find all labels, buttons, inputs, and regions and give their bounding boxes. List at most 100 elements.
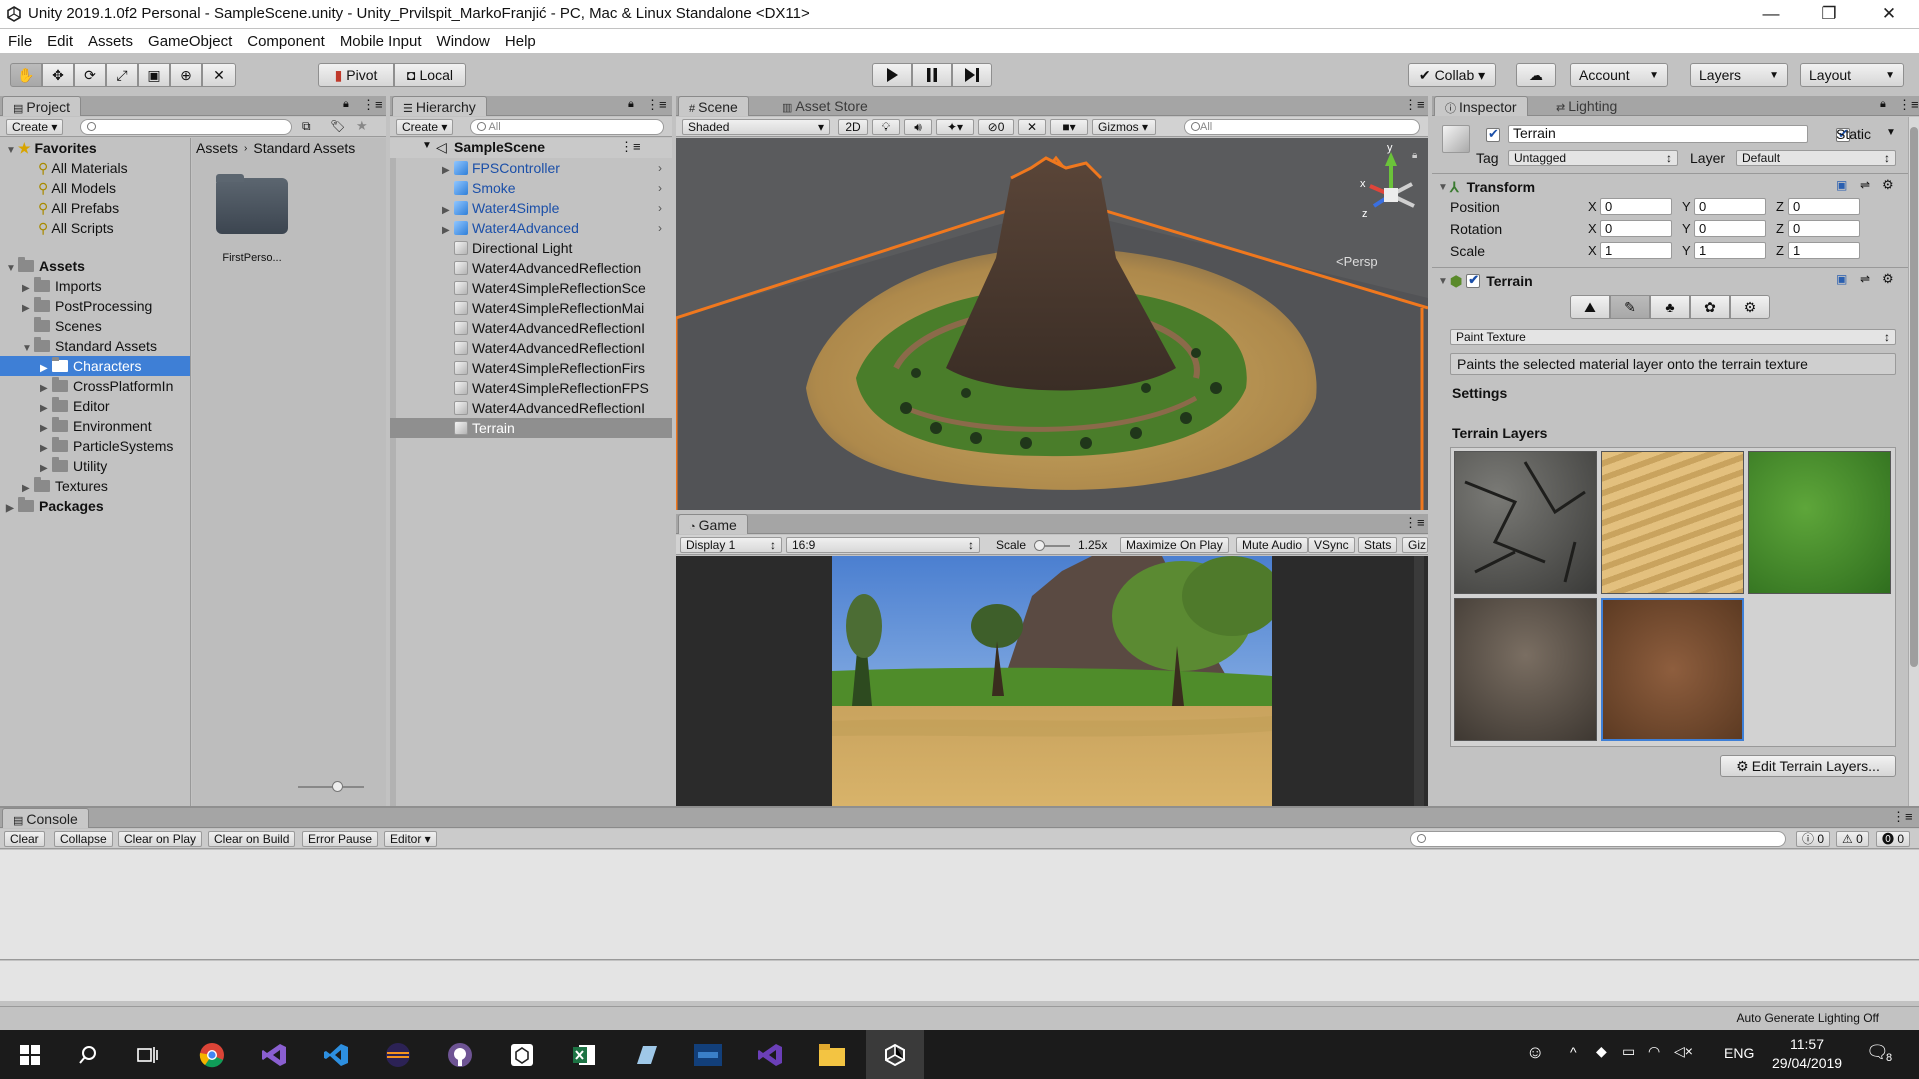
terrain-enabled-checkbox[interactable] bbox=[1466, 272, 1481, 288]
wifi-icon[interactable]: ◠ bbox=[1648, 1043, 1660, 1060]
mute-audio-toggle[interactable]: Mute Audio bbox=[1236, 537, 1309, 553]
hand-tool-button[interactable]: ✋ bbox=[10, 63, 42, 87]
minimize-button[interactable]: — bbox=[1742, 0, 1800, 28]
2d-toggle[interactable]: 2D bbox=[838, 119, 868, 135]
clock[interactable]: 11:57 29/04/2019 bbox=[1772, 1035, 1842, 1073]
game-gizmos-toggle[interactable]: Giz bbox=[1402, 537, 1428, 553]
rect-tool-button[interactable]: ▣ bbox=[138, 63, 170, 87]
object-name-field[interactable]: Terrain bbox=[1508, 125, 1808, 143]
scrollbar-thumb[interactable] bbox=[1910, 127, 1918, 667]
folder-item[interactable]: ▶ Environment bbox=[40, 416, 152, 436]
hierarchy-item[interactable]: Water4SimpleReflectionSce bbox=[454, 278, 646, 298]
local-toggle[interactable]: ◘ Local bbox=[394, 63, 466, 87]
hierarchy-item[interactable]: Directional Light bbox=[454, 238, 572, 258]
tab-console[interactable]: ▤ Console bbox=[2, 808, 89, 828]
step-button[interactable] bbox=[952, 63, 992, 87]
panel-menu-icon[interactable]: ⋮≡ bbox=[362, 97, 383, 113]
hierarchy-item[interactable]: ▶ Water4Simple bbox=[442, 198, 559, 218]
terrain-mode-dropdown[interactable]: Paint Texture ↕ bbox=[1450, 329, 1896, 345]
filter-type-icon[interactable]: ⧉ bbox=[302, 119, 311, 134]
favorite-star-icon[interactable]: ★ bbox=[356, 118, 368, 134]
chevron-right-icon[interactable]: › bbox=[658, 218, 662, 238]
console-detail-area[interactable] bbox=[0, 961, 1919, 1001]
terrain-layer-dirt[interactable] bbox=[1454, 598, 1597, 741]
lock-icon[interactable]: 🔒︎ bbox=[1880, 98, 1886, 111]
shading-mode-dropdown[interactable]: Shaded ▾ bbox=[682, 119, 830, 135]
clear-on-play-toggle[interactable]: Clear on Play bbox=[118, 831, 203, 847]
start-button[interactable] bbox=[4, 1030, 56, 1079]
game-viewport[interactable] bbox=[676, 556, 1428, 806]
folder-item[interactable]: Scenes bbox=[34, 316, 102, 336]
terrain-layer-grass[interactable] bbox=[1748, 451, 1891, 594]
layout-dropdown[interactable]: Layout ▼ bbox=[1800, 63, 1904, 87]
scale-y-field[interactable]: 1 bbox=[1694, 242, 1766, 259]
raise-terrain-tool[interactable]: ⛰︎ bbox=[1570, 295, 1610, 319]
pivot-toggle[interactable]: ▮ Pivot bbox=[318, 63, 394, 87]
folder-item-selected[interactable]: ▶ Characters bbox=[0, 356, 190, 376]
terrain-layer-sand[interactable] bbox=[1601, 451, 1744, 594]
vscode-taskbar-icon[interactable] bbox=[310, 1030, 362, 1079]
hierarchy-create-button[interactable]: Create ▾ bbox=[396, 119, 454, 135]
cloud-button[interactable]: ☁ bbox=[1516, 63, 1556, 87]
unity-editor-taskbar-icon[interactable] bbox=[866, 1030, 924, 1079]
panel-menu-icon[interactable]: ⋮≡ bbox=[1892, 809, 1913, 825]
panel-menu-icon[interactable]: ⋮≡ bbox=[1404, 97, 1425, 113]
transform-header[interactable]: ▼ ⅄ Transform bbox=[1438, 177, 1535, 197]
display-dropdown[interactable]: Display 1 ↕ bbox=[680, 537, 782, 553]
tools-toggle[interactable]: ✕ bbox=[1018, 119, 1046, 135]
app-taskbar-icon[interactable] bbox=[682, 1030, 734, 1079]
folder-item[interactable]: ▼ Standard Assets bbox=[22, 336, 157, 356]
panel-menu-icon[interactable]: ⋮≡ bbox=[1404, 515, 1425, 531]
favorites-header[interactable]: ▼ ★ Favorites bbox=[6, 138, 97, 158]
clear-on-build-toggle[interactable]: Clear on Build bbox=[208, 831, 296, 847]
move-tool-button[interactable]: ✥ bbox=[42, 63, 74, 87]
hierarchy-item[interactable]: Water4SimpleReflectionMai bbox=[454, 298, 644, 318]
vsync-toggle[interactable]: VSync bbox=[1308, 537, 1355, 553]
people-icon[interactable]: ☺︎ bbox=[1526, 1042, 1544, 1063]
terrain-settings-tool[interactable]: ⚙ bbox=[1730, 295, 1770, 319]
project-create-button[interactable]: Create ▾ bbox=[6, 119, 64, 135]
hierarchy-item[interactable]: ▶ FPSController bbox=[442, 158, 560, 178]
file-explorer-taskbar-icon[interactable] bbox=[806, 1030, 858, 1079]
notifications-button[interactable]: 🗨︎ 8 bbox=[1866, 1042, 1895, 1066]
unity-hub-taskbar-icon[interactable] bbox=[496, 1030, 548, 1079]
scale-tool-button[interactable]: ⤢ bbox=[106, 63, 138, 87]
menu-component[interactable]: Component bbox=[247, 33, 325, 50]
account-dropdown[interactable]: Account ▼ bbox=[1570, 63, 1668, 87]
menu-help[interactable]: Help bbox=[505, 33, 536, 50]
menu-file[interactable]: File bbox=[8, 33, 32, 50]
play-button[interactable] bbox=[872, 63, 912, 87]
folder-item[interactable]: ▶ Imports bbox=[22, 276, 102, 296]
favorite-item[interactable]: ⚲ All Scripts bbox=[38, 218, 114, 238]
task-view-button[interactable] bbox=[122, 1030, 174, 1079]
folder-item[interactable]: ▶ ParticleSystems bbox=[40, 436, 173, 456]
position-x-field[interactable]: 0 bbox=[1600, 198, 1672, 215]
visual-studio-taskbar-icon[interactable] bbox=[248, 1030, 300, 1079]
scale-slider-thumb[interactable] bbox=[1034, 540, 1045, 551]
paint-terrain-tool[interactable]: ✎ bbox=[1610, 295, 1650, 319]
persp-label[interactable]: <Persp bbox=[1336, 254, 1378, 269]
stats-toggle[interactable]: Stats bbox=[1358, 537, 1398, 553]
collapse-toggle[interactable]: Collapse bbox=[54, 831, 113, 847]
hierarchy-item[interactable]: Water4AdvancedReflectionI bbox=[454, 338, 645, 358]
active-checkbox[interactable] bbox=[1486, 126, 1500, 142]
eclipse-taskbar-icon[interactable] bbox=[372, 1030, 424, 1079]
hierarchy-item[interactable]: Water4SimpleReflectionFirs bbox=[454, 358, 645, 378]
tab-game[interactable]: ◔ Game bbox=[678, 514, 748, 534]
help-book-icon[interactable]: ▣ bbox=[1836, 178, 1847, 192]
close-button[interactable]: ✕ bbox=[1860, 0, 1918, 28]
scene-menu-icon[interactable]: ⋮≡ bbox=[620, 139, 641, 155]
chevron-right-icon[interactable]: › bbox=[658, 158, 662, 178]
pause-button[interactable] bbox=[912, 63, 952, 87]
scene-viewport[interactable]: y x z 🔒︎ <Persp bbox=[676, 138, 1428, 510]
clear-button[interactable]: Clear bbox=[4, 831, 45, 847]
volume-icon[interactable]: ◁× bbox=[1674, 1043, 1693, 1060]
asset-item-label[interactable]: FirstPerso... bbox=[202, 252, 302, 264]
panel-menu-icon[interactable]: ⋮≡ bbox=[646, 97, 667, 113]
transform-tool-button[interactable]: ⊕ bbox=[170, 63, 202, 87]
folder-item[interactable]: ▶ PostProcessing bbox=[22, 296, 152, 316]
rotation-y-field[interactable]: 0 bbox=[1694, 220, 1766, 237]
terrain-layer-mud-selected[interactable] bbox=[1601, 598, 1744, 741]
console-log-area[interactable] bbox=[0, 850, 1919, 960]
tag-dropdown[interactable]: Untagged ↕ bbox=[1508, 150, 1678, 166]
